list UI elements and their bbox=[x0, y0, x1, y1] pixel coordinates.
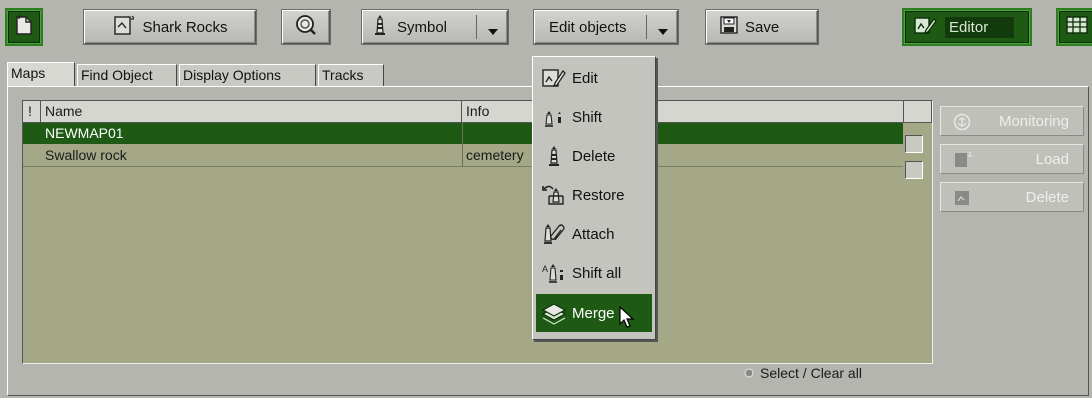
grid-icon bbox=[1066, 15, 1088, 39]
anchor-icon bbox=[953, 113, 971, 135]
edit-objects-label: Edit objects bbox=[549, 18, 627, 36]
column-header-flag: ! bbox=[23, 101, 41, 123]
radio-dot-icon bbox=[744, 365, 754, 381]
new-map-button[interactable] bbox=[7, 10, 41, 44]
chevron-down-icon bbox=[657, 23, 669, 40]
menu-item-shift-all[interactable]: A Shift all bbox=[536, 254, 652, 292]
menu-item-attach[interactable]: Attach bbox=[536, 215, 652, 253]
delete-icon bbox=[540, 143, 568, 169]
table-row[interactable]: NEWMAP01 bbox=[23, 123, 903, 144]
menu-item-label: Shift bbox=[572, 108, 603, 126]
menu-item-label: Restore bbox=[572, 186, 625, 204]
row-name: NEWMAP01 bbox=[45, 125, 124, 141]
menu-item-label: Attach bbox=[572, 225, 615, 243]
row-name: Swallow rock bbox=[45, 147, 127, 163]
symbol-label: Symbol bbox=[397, 18, 448, 36]
monitoring-button[interactable]: Monitoring bbox=[940, 106, 1084, 136]
load-button[interactable]: Load bbox=[940, 144, 1084, 174]
menu-item-restore[interactable]: Restore bbox=[536, 176, 652, 214]
monitoring-label: Monitoring bbox=[998, 113, 1069, 130]
row-info: cemetery bbox=[466, 147, 524, 163]
delete-map-label: Delete bbox=[1025, 189, 1069, 206]
editor-icon bbox=[913, 14, 937, 40]
tab-tracks[interactable]: Tracks bbox=[318, 64, 384, 86]
tab-find-object[interactable]: Find Object bbox=[77, 64, 177, 86]
edit-icon bbox=[540, 65, 568, 91]
menu-item-shift[interactable]: Shift bbox=[536, 98, 652, 136]
table-row[interactable]: Swallow rock cemetery bbox=[23, 145, 903, 167]
select-clear-all[interactable]: Select / Clear all bbox=[744, 363, 862, 383]
magnifier-icon bbox=[294, 13, 318, 41]
shift-all-icon: A bbox=[540, 260, 568, 286]
column-header-info[interactable]: Info bbox=[462, 101, 904, 123]
menu-item-delete[interactable]: Delete bbox=[536, 137, 652, 175]
symbol-dropdown[interactable]: Symbol bbox=[362, 10, 508, 44]
menu-item-label: Shift all bbox=[572, 264, 622, 282]
map-select-button[interactable]: Shark Rocks bbox=[84, 10, 256, 44]
edit-objects-menu: Edit Shift Delete Restore Attach A Shift… bbox=[532, 56, 656, 340]
mouse-cursor-icon bbox=[618, 304, 635, 330]
row-checkbox[interactable] bbox=[905, 161, 923, 179]
menu-item-label: Edit bbox=[572, 69, 598, 87]
merge-icon bbox=[540, 300, 568, 326]
delete-map-button[interactable]: Delete bbox=[940, 182, 1084, 212]
editor-label: Editor bbox=[945, 16, 1015, 38]
editor-toggle-button[interactable]: Editor bbox=[904, 10, 1030, 44]
new-document-icon bbox=[14, 14, 34, 40]
map-select-label: Shark Rocks bbox=[142, 18, 228, 36]
delete-map-icon bbox=[953, 189, 971, 211]
lighthouse-icon bbox=[373, 13, 387, 41]
menu-item-label: Delete bbox=[572, 147, 616, 165]
load-map-icon bbox=[953, 151, 973, 173]
shift-icon bbox=[540, 104, 568, 130]
attach-icon bbox=[540, 221, 568, 247]
menu-item-edit[interactable]: Edit bbox=[536, 59, 652, 97]
column-header-name[interactable]: Name bbox=[41, 101, 462, 123]
load-label: Load bbox=[1035, 151, 1069, 168]
grid-view-button[interactable] bbox=[1058, 10, 1092, 44]
select-clear-label: Select / Clear all bbox=[760, 365, 862, 381]
tab-maps[interactable]: Maps bbox=[7, 62, 75, 87]
save-button[interactable]: Save bbox=[706, 10, 818, 44]
edit-objects-dropdown[interactable]: Edit objects bbox=[534, 10, 678, 44]
save-label: Save bbox=[745, 18, 780, 36]
floppy-disk-icon bbox=[719, 15, 739, 39]
maps-table: ! Name Info NEWMAP01 Swallow rock cemete… bbox=[22, 100, 933, 364]
restore-icon bbox=[540, 182, 568, 208]
svg-text:A: A bbox=[542, 264, 548, 274]
row-checkbox[interactable] bbox=[905, 135, 923, 153]
column-divider bbox=[462, 123, 463, 167]
menu-item-merge[interactable]: Merge bbox=[536, 294, 652, 332]
chevron-down-icon bbox=[487, 23, 499, 40]
map-sheet-icon bbox=[112, 14, 136, 40]
zoom-search-button[interactable] bbox=[282, 10, 330, 44]
column-header-check bbox=[904, 101, 932, 123]
tab-display-options[interactable]: Display Options bbox=[179, 64, 316, 86]
menu-item-label: Merge bbox=[572, 304, 615, 322]
